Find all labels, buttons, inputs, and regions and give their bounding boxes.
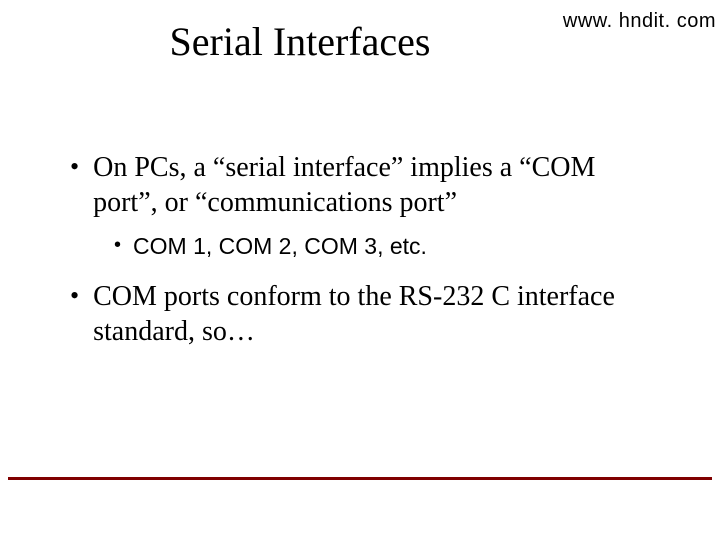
bullet-item: • COM ports conform to the RS-232 C inte… [70,279,660,349]
slide-title: Serial Interfaces [0,18,720,65]
sub-bullet-text: COM 1, COM 2, COM 3, etc. [133,232,427,261]
slide-body: • On PCs, a “serial interface” implies a… [70,150,660,361]
sub-bullet-item: • COM 1, COM 2, COM 3, etc. [114,232,660,261]
bullet-dot-icon: • [70,150,79,220]
bullet-text: On PCs, a “serial interface” implies a “… [93,150,660,220]
bullet-dot-icon: • [114,232,121,261]
bullet-text: COM ports conform to the RS-232 C interf… [93,279,660,349]
footer-divider [8,477,712,480]
bullet-item: • On PCs, a “serial interface” implies a… [70,150,660,220]
bullet-dot-icon: • [70,279,79,349]
